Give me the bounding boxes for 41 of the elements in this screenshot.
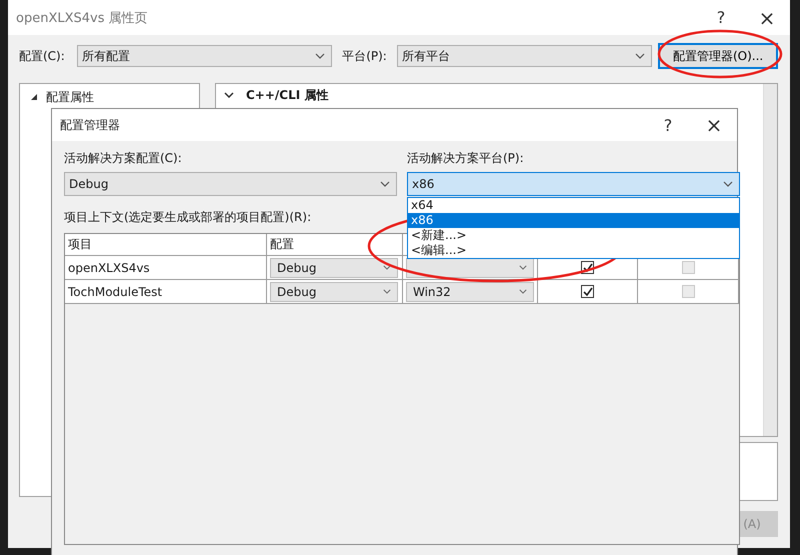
tree-item[interactable]: 配置属性 xyxy=(46,88,94,106)
window-title: openXLXS4vs 属性页 xyxy=(16,10,148,26)
checkbox[interactable] xyxy=(581,285,594,298)
chevron-down-icon[interactable] xyxy=(224,92,234,98)
chevron-down-icon xyxy=(519,265,527,270)
help-button[interactable]: ? xyxy=(698,2,744,32)
platform-label: 平台(P): xyxy=(342,48,387,64)
config-manager-button[interactable]: 配置管理器(O)... xyxy=(658,43,778,69)
help-button[interactable]: ? xyxy=(645,110,691,140)
close-button[interactable]: × xyxy=(744,2,790,32)
dropdown-option[interactable]: <新建...> xyxy=(408,228,739,243)
chevron-down-icon xyxy=(380,181,390,187)
chevron-down-icon xyxy=(723,181,733,187)
section-title: C++/CLI 属性 xyxy=(246,86,328,104)
solution-platform-select[interactable]: x86 xyxy=(407,172,740,196)
chevron-down-icon xyxy=(383,265,391,270)
scrollbar[interactable] xyxy=(763,84,777,436)
platform-cell-select[interactable]: Win32 xyxy=(406,282,534,302)
chevron-down-icon xyxy=(635,53,646,59)
expand-triangle-icon[interactable] xyxy=(30,93,38,101)
config-cell-select[interactable]: Debug xyxy=(270,282,398,302)
solution-config-label: 活动解决方案配置(C): xyxy=(64,150,182,167)
chevron-down-icon xyxy=(383,289,391,294)
project-context-label: 项目上下文(选定要生成或部署的项目配置)(R): xyxy=(64,209,312,226)
column-header: 项目 xyxy=(65,234,267,256)
platform-select[interactable]: 所有平台 xyxy=(396,45,652,67)
table-cell: openXLXS4vs xyxy=(65,256,267,280)
config-select[interactable]: 所有配置 xyxy=(76,45,332,67)
table-cell: TochModuleTest xyxy=(65,280,267,304)
dialog-title: 配置管理器 xyxy=(60,116,120,134)
chevron-down-icon xyxy=(315,53,326,59)
solution-config-select[interactable]: Debug xyxy=(64,172,397,196)
dropdown-option[interactable]: x64 xyxy=(408,198,739,213)
dropdown-option[interactable]: x86 xyxy=(408,213,739,228)
close-button[interactable]: × xyxy=(691,110,737,140)
config-label: 配置(C): xyxy=(19,48,65,64)
config-cell-select[interactable]: Debug xyxy=(270,258,398,278)
column-header: 配置 xyxy=(267,234,403,256)
solution-platform-label: 活动解决方案平台(P): xyxy=(407,150,524,167)
dropdown-option[interactable]: <编辑...> xyxy=(408,243,739,258)
chevron-down-icon xyxy=(519,289,527,294)
